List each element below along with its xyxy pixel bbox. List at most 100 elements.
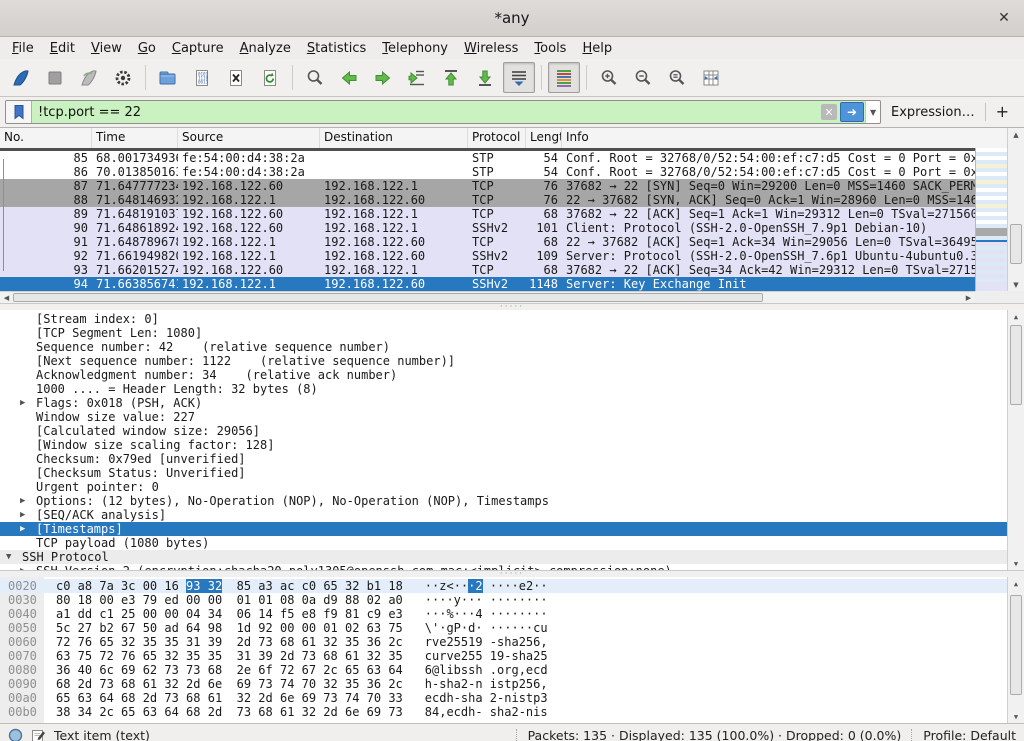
profile-text[interactable]: Profile: Default	[923, 728, 1016, 741]
hex-row-00b0[interactable]: 00b038 34 2c 65 63 64 68 2d 73 68 61 32 …	[0, 705, 1007, 719]
column-header-source[interactable]: Source	[178, 128, 320, 148]
open-file-button[interactable]	[152, 62, 184, 93]
detail-row[interactable]: 1000 .... = Header Length: 32 bytes (8)	[0, 382, 1007, 396]
detail-row[interactable]: Checksum: 0x79ed [unverified]	[0, 452, 1007, 466]
restart-capture-button[interactable]	[73, 62, 105, 93]
pane-splitter[interactable]: ·····	[0, 570, 1024, 577]
scroll-down-icon[interactable]: ▼	[1008, 557, 1024, 570]
menu-item-statistics[interactable]: Statistics	[299, 39, 374, 58]
menu-item-analyze[interactable]: Analyze	[232, 39, 299, 58]
go-first-button[interactable]	[435, 62, 467, 93]
go-last-button[interactable]	[469, 62, 501, 93]
packet-row-89[interactable]: 8971.648191037192.168.122.60192.168.122.…	[0, 207, 975, 221]
scroll-left-icon[interactable]: ◀	[0, 292, 13, 303]
title-bar[interactable]: *any ✕	[0, 0, 1024, 37]
menu-item-tools[interactable]: Tools	[526, 39, 574, 58]
find-packet-button[interactable]	[299, 62, 331, 93]
expand-icon[interactable]: ▶	[20, 564, 25, 570]
filter-clear-button[interactable]: ✕	[821, 104, 837, 120]
go-forward-button[interactable]	[367, 62, 399, 93]
stop-capture-button[interactable]	[39, 62, 71, 93]
capture-options-button[interactable]	[107, 62, 139, 93]
detail-row[interactable]: [Stream index: 0]	[0, 312, 1007, 326]
save-file-button[interactable]: 010111100011	[186, 62, 218, 93]
intelligent-scrollbar-minimap[interactable]	[975, 148, 1007, 291]
hex-row-0020[interactable]: 0020c0 a8 7a 3c 00 16 93 32 85 a3 ac c0 …	[0, 579, 1007, 593]
detail-row[interactable]: [TCP Segment Len: 1080]	[0, 326, 1007, 340]
filter-apply-button[interactable]: ➜	[840, 102, 864, 122]
detail-row[interactable]: ▶Flags: 0x018 (PSH, ACK)	[0, 396, 1007, 410]
menu-item-capture[interactable]: Capture	[164, 39, 232, 58]
detail-row[interactable]: Window size value: 227	[0, 410, 1007, 424]
packet-row-92[interactable]: 9271.661949820192.168.122.1192.168.122.6…	[0, 249, 975, 263]
expand-icon[interactable]: ▶	[20, 494, 25, 508]
hex-row-0080[interactable]: 008036 40 6c 69 62 73 73 68 2e 6f 72 67 …	[0, 663, 1007, 677]
resize-columns-button[interactable]	[695, 62, 727, 93]
go-to-packet-button[interactable]	[401, 62, 433, 93]
packet-row-87[interactable]: 8771.647777234192.168.122.60192.168.122.…	[0, 179, 975, 193]
packet-row-86[interactable]: 8670.013850163fe:54:00:d4:38:2aSTP54Conf…	[0, 165, 975, 179]
expand-icon[interactable]: ▶	[20, 522, 25, 536]
expand-icon[interactable]: ▶	[20, 396, 25, 410]
details-vscrollbar[interactable]: ▲ ▼	[1007, 310, 1024, 570]
scroll-up-icon[interactable]: ▲	[1008, 128, 1024, 141]
detail-row[interactable]: [Checksum Status: Unverified]	[0, 466, 1007, 480]
detail-row[interactable]: Sequence number: 42 (relative sequence n…	[0, 340, 1007, 354]
packet-list-hscrollbar[interactable]: ◀ ▶	[0, 291, 975, 303]
menu-item-help[interactable]: Help	[574, 39, 620, 58]
scrollbar-thumb[interactable]	[13, 293, 763, 302]
column-header-protocol[interactable]: Protocol	[468, 128, 526, 148]
expand-icon[interactable]: ▶	[20, 508, 25, 522]
start-capture-button[interactable]	[5, 62, 37, 93]
hex-row-00a0[interactable]: 00a065 63 64 68 2d 73 68 61 32 2d 6e 69 …	[0, 691, 1007, 705]
hex-row-0040[interactable]: 0040a1 dd c1 25 00 00 04 34 06 14 f5 e8 …	[0, 607, 1007, 621]
zoom-in-button[interactable]	[593, 62, 625, 93]
scrollbar-thumb[interactable]	[1010, 325, 1022, 405]
expression-button[interactable]: Expression…	[881, 105, 985, 120]
menu-item-file[interactable]: File	[4, 39, 42, 58]
detail-row[interactable]: [Next sequence number: 1122 (relative se…	[0, 354, 1007, 368]
scroll-up-icon[interactable]: ▲	[1008, 310, 1024, 323]
column-header-destination[interactable]: Destination	[320, 128, 468, 148]
bytes-vscrollbar[interactable]: ▲ ▼	[1007, 577, 1024, 723]
menu-item-telephony[interactable]: Telephony	[374, 39, 456, 58]
packet-row-85[interactable]: 8568.001734936fe:54:00:d4:38:2aSTP54Conf…	[0, 151, 975, 165]
zoom-100-button[interactable]	[661, 62, 693, 93]
detail-row[interactable]: [Calculated window size: 29056]	[0, 424, 1007, 438]
hex-row-0030[interactable]: 003080 18 00 e3 79 ed 00 00 01 01 08 0a …	[0, 593, 1007, 607]
filter-dropdown-caret[interactable]: ▼	[865, 101, 880, 123]
close-window-button[interactable]: ✕	[994, 8, 1014, 28]
detail-row[interactable]: TCP payload (1080 bytes)	[0, 536, 1007, 550]
menu-item-wireless[interactable]: Wireless	[456, 39, 526, 58]
detail-row[interactable]: [Window size scaling factor: 128]	[0, 438, 1007, 452]
packet-list-vscrollbar[interactable]: ▲ ▼	[1007, 128, 1024, 291]
column-header-time[interactable]: Time	[92, 128, 178, 148]
expert-info-icon[interactable]	[8, 728, 23, 741]
menu-item-view[interactable]: View	[83, 39, 130, 58]
detail-row[interactable]: Urgent pointer: 0	[0, 480, 1007, 494]
hex-row-0050[interactable]: 00505c 27 b2 67 50 ad 64 98 1d 92 00 00 …	[0, 621, 1007, 635]
menu-item-go[interactable]: Go	[130, 39, 164, 58]
column-header-info[interactable]: Info	[562, 128, 1024, 148]
scroll-down-icon[interactable]: ▼	[1008, 278, 1024, 291]
packet-row-91[interactable]: 9171.648789678192.168.122.1192.168.122.6…	[0, 235, 975, 249]
pane-splitter[interactable]: ·····	[0, 303, 1024, 310]
packet-row-90[interactable]: 9071.648618924192.168.122.60192.168.122.…	[0, 221, 975, 235]
menu-item-edit[interactable]: Edit	[42, 39, 83, 58]
colorize-list-button[interactable]	[548, 62, 580, 93]
close-file-button[interactable]	[220, 62, 252, 93]
detail-row[interactable]: ▼SSH Protocol	[0, 550, 1007, 564]
add-filter-button[interactable]: +	[986, 102, 1019, 123]
hex-row-0060[interactable]: 006072 76 65 32 35 35 31 39 2d 73 68 61 …	[0, 635, 1007, 649]
zoom-out-button[interactable]	[627, 62, 659, 93]
auto-scroll-button[interactable]	[503, 62, 535, 93]
detail-row[interactable]: Acknowledgment number: 34 (relative ack …	[0, 368, 1007, 382]
packet-row-93[interactable]: 9371.662015274192.168.122.60192.168.122.…	[0, 263, 975, 277]
packet-row-88[interactable]: 8871.648146932192.168.122.1192.168.122.6…	[0, 193, 975, 207]
reload-file-button[interactable]	[254, 62, 286, 93]
hex-row-0070[interactable]: 007063 75 72 76 65 32 35 35 31 39 2d 73 …	[0, 649, 1007, 663]
scroll-down-icon[interactable]: ▼	[1008, 710, 1024, 723]
detail-row[interactable]: ▶[SEQ/ACK analysis]	[0, 508, 1007, 522]
scroll-right-icon[interactable]: ▶	[962, 292, 975, 303]
hex-row-0090[interactable]: 009068 2d 73 68 61 32 2d 6e 69 73 74 70 …	[0, 677, 1007, 691]
